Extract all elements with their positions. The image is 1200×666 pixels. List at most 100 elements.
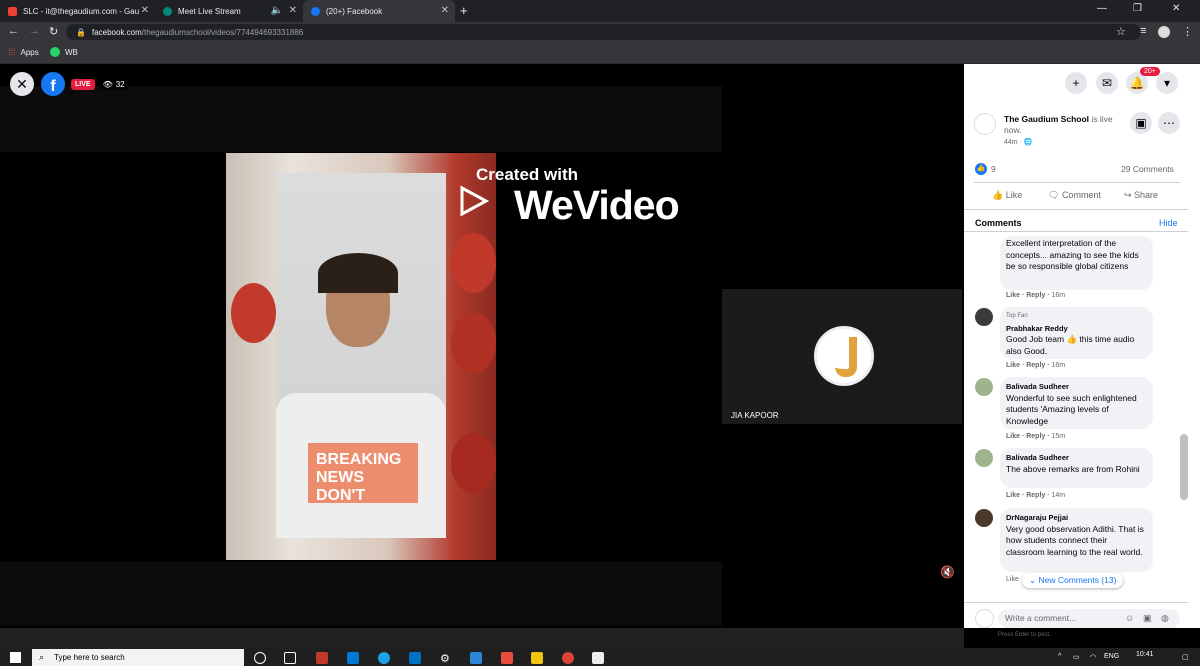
facebook-logo-icon[interactable]: f — [41, 72, 65, 96]
outlook-icon[interactable] — [409, 652, 421, 664]
comment-meta[interactable]: Like · Reply · 16m — [1006, 292, 1065, 299]
network-icon[interactable]: ▭ — [1073, 653, 1080, 661]
wevideo-logo-icon — [460, 185, 490, 217]
language-indicator[interactable]: ENG — [1104, 653, 1119, 660]
reload-icon[interactable]: ↻ — [49, 25, 58, 38]
thumbs-up-icon: 👍 — [992, 190, 1006, 200]
comment-meta[interactable]: Like · Reply · 15m — [1006, 433, 1065, 440]
search-icon: ⌕ — [39, 652, 45, 662]
bookmark-apps[interactable]: ⁞⁞⁞ Apps — [8, 47, 39, 57]
tab-facebook[interactable]: (20+) Facebook ✕ — [303, 0, 455, 22]
url-input[interactable]: 🔒 facebook.com/thegaudiumschool/videos/7… — [66, 24, 1141, 40]
file-explorer-icon[interactable] — [531, 652, 543, 664]
like-button[interactable]: 👍 Like — [992, 190, 1022, 201]
lock-icon: 🔒 — [76, 27, 86, 37]
cortana-icon[interactable] — [254, 652, 266, 664]
profile-avatar[interactable] — [1158, 26, 1170, 38]
paint-icon[interactable] — [592, 652, 604, 664]
more-options-icon[interactable]: ⋯ — [1158, 112, 1180, 134]
close-icon[interactable]: ✕ — [10, 72, 34, 96]
comment-meta[interactable]: Like — [1006, 576, 1019, 583]
commenter-name[interactable]: DrNagaraju Pejjai — [1006, 512, 1147, 524]
commenter-name[interactable]: Prabhakar Reddy — [1006, 323, 1147, 335]
chrome-icon[interactable] — [562, 652, 574, 664]
facebook-icon — [311, 6, 320, 16]
shirt-print: BREAKING NEWS DON'T — [308, 443, 418, 504]
share-button[interactable]: ↪ Share — [1124, 190, 1158, 201]
close-tab-icon[interactable]: ✕ — [289, 5, 297, 16]
commenter-name[interactable]: Balivada Sudheer — [1006, 381, 1147, 393]
meet-icon — [163, 6, 172, 16]
messenger-icon[interactable]: ✉ — [1096, 72, 1118, 94]
commenter-avatar[interactable] — [975, 449, 993, 467]
account-menu-icon[interactable]: ▾ — [1156, 72, 1178, 94]
hide-comments-link[interactable]: Hide — [1159, 218, 1178, 228]
gif-icon[interactable]: ▣ — [1143, 613, 1152, 624]
close-tab-icon[interactable]: ✕ — [441, 5, 449, 16]
commenter-avatar[interactable] — [975, 509, 993, 527]
wifi-icon[interactable]: ◠ — [1090, 653, 1096, 661]
page-name[interactable]: The Gaudium School — [1004, 114, 1089, 124]
new-comments-button[interactable]: ⌄ New Comments (13) — [1022, 573, 1124, 588]
restore-icon[interactable]: ❐ — [1133, 3, 1142, 14]
create-icon[interactable]: + — [1065, 72, 1087, 94]
eye-icon: 👁 — [102, 79, 113, 89]
app-icon[interactable] — [316, 652, 328, 664]
top-fan-badge: Top Fan — [1006, 313, 1028, 319]
post-time[interactable]: 44m · 🌐 — [1004, 138, 1033, 146]
new-tab-button[interactable]: + — [460, 3, 468, 18]
minimize-icon[interactable]: — — [1097, 3, 1107, 14]
divider — [964, 231, 1188, 232]
bookmark-label: WB — [65, 47, 78, 57]
participant-name: JIA KAPOOR — [731, 411, 779, 420]
edge-icon[interactable] — [378, 652, 390, 664]
viewer-count-value: 32 — [115, 79, 125, 89]
menu-icon[interactable]: ⋮ — [1182, 25, 1193, 38]
comment-input[interactable]: Write a comment... — [998, 609, 1180, 628]
save-post-icon[interactable]: ▣ — [1130, 112, 1152, 134]
back-icon[interactable]: ← — [8, 25, 19, 37]
comment-meta[interactable]: Like · Reply · 16m — [1006, 362, 1065, 369]
store-icon[interactable] — [347, 652, 359, 664]
tab-gmail[interactable]: SLC - it@thegaudium.com - Gau ✕ — [0, 0, 155, 22]
tab-label: (20+) Facebook — [326, 6, 383, 16]
forward-icon[interactable]: → — [29, 25, 40, 37]
address-bar-row: ← → ↻ 🔒 facebook.com/thegaudiumschool/vi… — [0, 22, 1200, 42]
video-viewer[interactable]: BREAKING NEWS DON'T Created with WeVideo… — [0, 64, 964, 628]
mute-icon[interactable]: 🔇 — [940, 565, 955, 579]
globe-icon: 🌐 — [1023, 139, 1033, 146]
comment-meta[interactable]: Like · Reply · 14m — [1006, 492, 1065, 499]
whatsapp-icon — [50, 47, 60, 57]
comment-count[interactable]: 29 Comments — [1121, 164, 1174, 174]
settings-icon[interactable]: ⚙ — [440, 652, 452, 665]
emoji-icon[interactable]: ☺ — [1125, 613, 1134, 623]
windows-start-icon[interactable] — [10, 652, 21, 663]
page-avatar[interactable] — [974, 113, 996, 135]
speaker-icon: 🔈 — [270, 5, 283, 16]
like-count[interactable]: 9 — [991, 164, 996, 174]
comments-scrollbar[interactable] — [1180, 434, 1188, 500]
my-avatar — [975, 609, 994, 628]
sticker-icon[interactable]: ◍ — [1161, 613, 1169, 624]
commenter-name[interactable]: Balivada Sudheer — [1006, 452, 1147, 464]
tab-meet[interactable]: Meet Live Stream 🔈 ✕ — [155, 0, 303, 22]
app-icon[interactable] — [470, 652, 482, 664]
comment-text: Very good observation Adithi. That is ho… — [1006, 523, 1144, 557]
comment-text: Good Job team 👍 this time audio also Goo… — [1006, 334, 1135, 356]
comment-button[interactable]: 🗨 Comment — [1048, 190, 1101, 201]
commenter-avatar[interactable] — [975, 378, 993, 396]
close-window-icon[interactable]: ✕ — [1172, 3, 1180, 14]
tray-arrow-icon[interactable]: ^ — [1058, 653, 1061, 660]
task-view-icon[interactable] — [284, 652, 296, 664]
close-tab-icon[interactable]: ✕ — [141, 5, 149, 16]
app-icon[interactable] — [501, 652, 513, 664]
media-icon[interactable]: ≡ — [1140, 25, 1146, 37]
taskbar-search-input[interactable]: ⌕ Type here to search — [32, 649, 244, 666]
commenter-avatar[interactable] — [975, 308, 993, 326]
viewer-count: 👁 32 — [98, 78, 129, 90]
notification-center-icon[interactable]: ▢ — [1182, 653, 1189, 661]
post-header: The Gaudium School is live now. — [1004, 114, 1129, 136]
bookmark-wb[interactable]: WB — [50, 47, 78, 57]
star-icon[interactable]: ☆ — [1116, 25, 1126, 38]
clock-time[interactable]: 10:41 — [1136, 651, 1154, 658]
